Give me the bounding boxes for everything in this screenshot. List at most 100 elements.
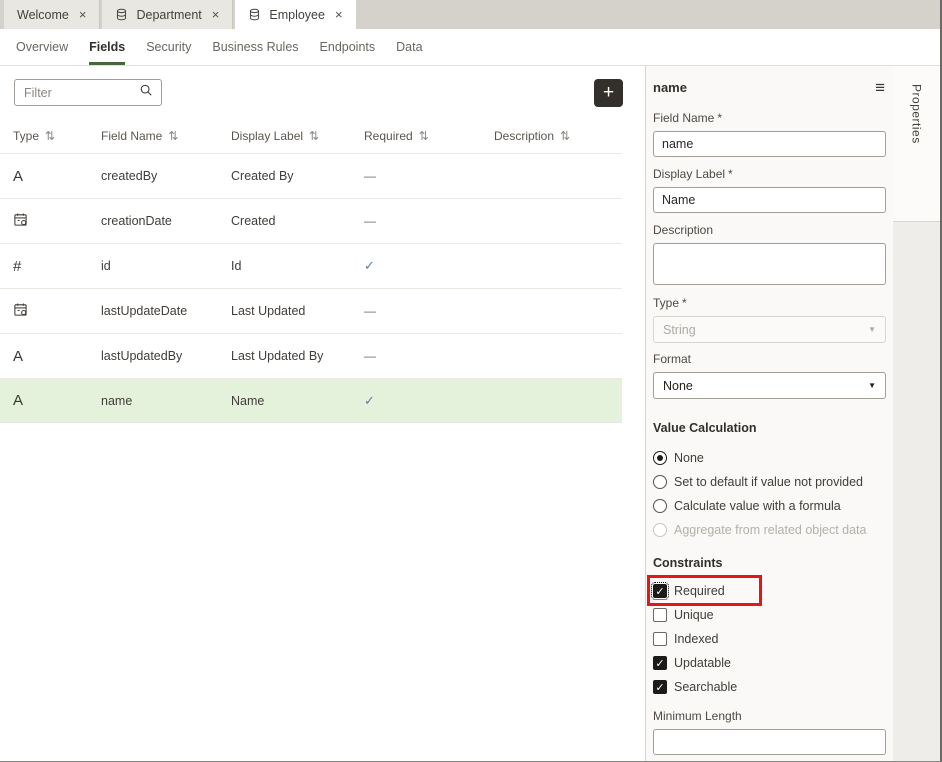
filter-input[interactable] [24, 86, 139, 100]
required-marker: * [717, 111, 722, 125]
database-icon [115, 8, 128, 21]
tab-label: Employee [269, 8, 325, 22]
checkbox-row-searchable[interactable]: ✓ Searchable [653, 680, 885, 694]
column-header-required[interactable]: Required ⇅ [364, 129, 494, 143]
description-label: Description [653, 223, 885, 237]
fields-toolbar: + [0, 66, 645, 107]
tab-data[interactable]: Data [396, 29, 422, 65]
close-icon[interactable]: × [335, 7, 343, 22]
radio-row-aggregate: Aggregate from related object data [653, 523, 885, 537]
radio-row-set-default[interactable]: Set to default if value not provided [653, 475, 885, 489]
cell-field-name: lastUpdateDate [101, 304, 231, 318]
add-field-button[interactable]: + [594, 79, 623, 107]
radio-row-none[interactable]: None [653, 451, 885, 465]
cell-display-label: Created By [231, 169, 364, 183]
not-required-dash: — [364, 169, 494, 183]
tab-endpoints[interactable]: Endpoints [320, 29, 376, 65]
cell-display-label: Last Updated By [231, 349, 364, 363]
filter-input-wrap [14, 79, 162, 106]
chevron-down-icon: ▼ [868, 325, 876, 334]
tab-overview[interactable]: Overview [16, 29, 68, 65]
search-icon [139, 83, 153, 102]
radio-row-calculate-formula[interactable]: Calculate value with a formula [653, 499, 885, 513]
column-header-description[interactable]: Description ⇅ [494, 129, 622, 143]
required-checkbox[interactable]: ✓ [653, 584, 667, 598]
checkbox-row-indexed[interactable]: Indexed [653, 632, 885, 646]
tab-label: Department [136, 8, 201, 22]
menu-icon[interactable]: ≡ [875, 81, 885, 95]
field-name-label: Field Name* [653, 111, 885, 125]
cell-display-label: Last Updated [231, 304, 364, 318]
window-tab-employee[interactable]: Employee × [235, 0, 355, 29]
window-tab-department[interactable]: Department × [102, 0, 233, 29]
table-row-creationDate[interactable]: creationDate Created — [0, 198, 622, 243]
text-type-icon: A [13, 392, 101, 409]
properties-rail-tab[interactable]: Properties [893, 66, 940, 222]
sort-icon[interactable]: ⇅ [560, 129, 570, 143]
table-row-name[interactable]: A name Name ✓ [0, 378, 622, 423]
radio-button[interactable] [653, 499, 667, 513]
value-calculation-heading: Value Calculation [653, 421, 885, 435]
cell-field-name: name [101, 394, 231, 408]
not-required-dash: — [364, 349, 494, 363]
radio-button[interactable] [653, 451, 667, 465]
searchable-checkbox[interactable]: ✓ [653, 680, 667, 694]
number-type-icon: # [13, 258, 101, 275]
cell-field-name: createdBy [101, 169, 231, 183]
tab-business-rules[interactable]: Business Rules [212, 29, 298, 65]
cell-display-label: Name [231, 394, 364, 408]
display-label-input[interactable] [653, 187, 886, 213]
table-row-createdBy[interactable]: A createdBy Created By — [0, 153, 622, 198]
unique-checkbox[interactable] [653, 608, 667, 622]
chevron-down-icon: ▼ [868, 381, 876, 390]
constraints-heading: Constraints [653, 556, 885, 570]
table-row-lastUpdatedBy[interactable]: A lastUpdatedBy Last Updated By — [0, 333, 622, 378]
text-type-icon: A [13, 168, 101, 185]
table-row-id[interactable]: # id Id ✓ [0, 243, 622, 288]
sort-icon[interactable]: ⇅ [45, 129, 55, 143]
text-type-icon: A [13, 348, 101, 365]
sort-icon[interactable]: ⇅ [419, 129, 429, 143]
checkbox-row-required[interactable]: ✓ Required [653, 584, 885, 598]
column-header-field-name[interactable]: Field Name ⇅ [101, 129, 231, 143]
window-tab-bar: Welcome × Department × Emp [0, 0, 940, 29]
sort-icon[interactable]: ⇅ [168, 129, 178, 143]
column-header-type[interactable]: Type ⇅ [13, 129, 101, 143]
required-marker: * [682, 296, 687, 310]
type-label: Type* [653, 296, 885, 310]
format-select[interactable]: None ▼ [653, 372, 886, 399]
cell-display-label: Created [231, 214, 364, 228]
required-check-icon: ✓ [364, 258, 494, 274]
minimum-length-input[interactable] [653, 729, 886, 755]
indexed-checkbox[interactable] [653, 632, 667, 646]
column-header-display-label[interactable]: Display Label ⇅ [231, 129, 364, 143]
tab-label: Welcome [17, 8, 69, 22]
cell-field-name: creationDate [101, 214, 231, 228]
content-area: + Type ⇅ Field Name ⇅ Display Label ⇅ [0, 66, 940, 761]
sort-icon[interactable]: ⇅ [309, 129, 319, 143]
checkbox-row-unique[interactable]: Unique [653, 608, 885, 622]
window-tab-welcome[interactable]: Welcome × [4, 0, 100, 29]
object-nav-bar: Overview Fields Security Business Rules … [0, 29, 940, 66]
app-window: Welcome × Department × Emp [0, 0, 942, 762]
datetime-type-icon [13, 212, 101, 230]
updatable-checkbox[interactable]: ✓ [653, 656, 667, 670]
datetime-type-icon [13, 302, 101, 320]
tab-fields[interactable]: Fields [89, 29, 125, 65]
right-rail: Properties [893, 66, 940, 761]
properties-panel: name ≡ Field Name* Display Label* Descri… [645, 66, 893, 761]
fields-panel: + Type ⇅ Field Name ⇅ Display Label ⇅ [0, 66, 645, 761]
table-row-lastUpdateDate[interactable]: lastUpdateDate Last Updated — [0, 288, 622, 333]
close-icon[interactable]: × [79, 7, 87, 22]
format-label: Format [653, 352, 885, 366]
radio-button[interactable] [653, 475, 667, 489]
field-name-input[interactable] [653, 131, 886, 157]
properties-header: name ≡ [653, 78, 885, 95]
cell-field-name: lastUpdatedBy [101, 349, 231, 363]
selected-field-title: name [653, 80, 687, 95]
description-input[interactable] [653, 243, 886, 285]
cell-field-name: id [101, 259, 231, 273]
tab-security[interactable]: Security [146, 29, 191, 65]
checkbox-row-updatable[interactable]: ✓ Updatable [653, 656, 885, 670]
close-icon[interactable]: × [212, 7, 220, 22]
